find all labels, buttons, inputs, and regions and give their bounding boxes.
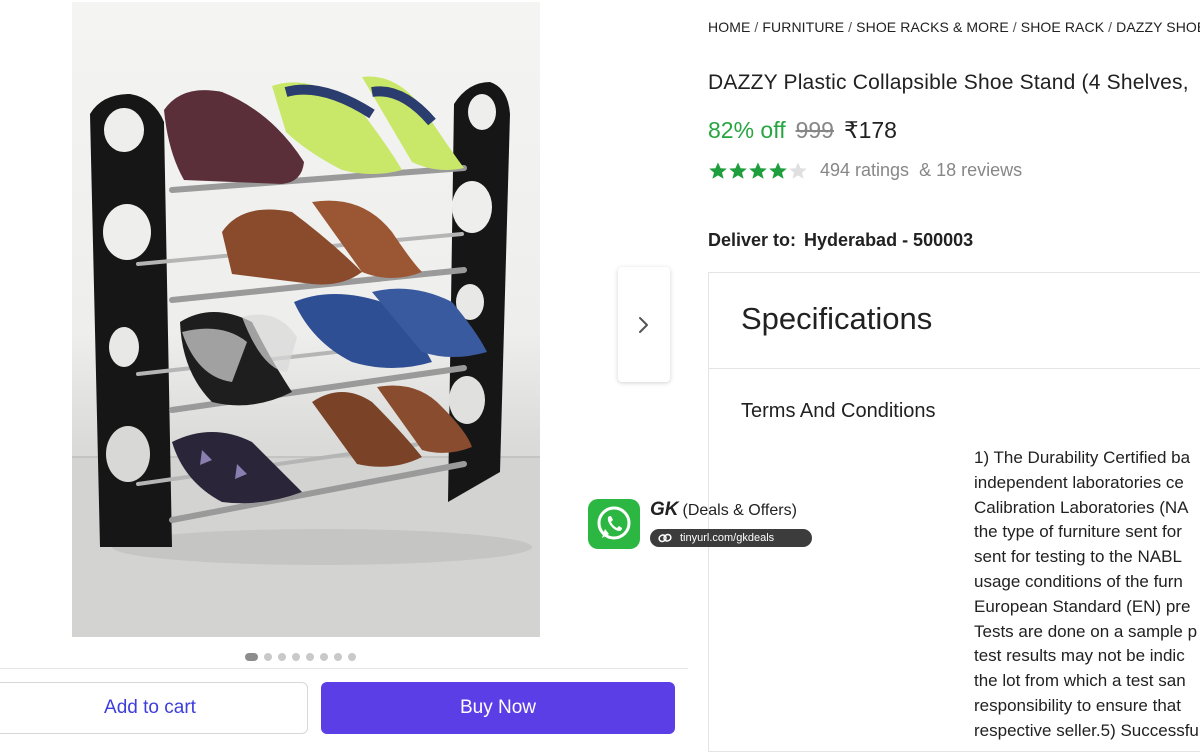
terms-line: Calibration Laboratories (NA (974, 497, 1189, 517)
next-image-button[interactable] (618, 267, 670, 382)
deliver-label: Deliver to: (708, 230, 797, 250)
terms-line: the type of furniture sent for (974, 522, 1182, 542)
delivery-location[interactable]: Deliver to: Hyderabad - 500003 (708, 230, 973, 251)
chevron-right-icon (639, 316, 648, 333)
terms-line: test results may not be indic (974, 646, 1185, 666)
watermark: GK (Deals & Offers) tinyurl.com/gkdeals (588, 499, 816, 551)
whatsapp-icon (588, 499, 640, 549)
carousel-dot[interactable] (348, 653, 356, 661)
specifications-heading[interactable]: Specifications (741, 301, 932, 337)
terms-line: responsibility to ensure that (974, 695, 1181, 715)
star-icon (709, 162, 727, 179)
star-icon (769, 162, 787, 179)
star-icon (749, 162, 767, 179)
watermark-url: tinyurl.com/gkdeals (650, 529, 812, 547)
watermark-url-text: tinyurl.com/gkdeals (680, 532, 775, 544)
terms-line: European Standard (EN) pre (974, 596, 1191, 616)
discount-percent: 82% off (708, 117, 786, 143)
breadcrumb-current[interactable]: DAZZY SHOE RACK (1116, 19, 1200, 35)
terms-text: 1) The Durability Certified ba independen… (974, 446, 1200, 744)
star-icon (729, 162, 747, 179)
terms-line: the lot from which a test san (974, 671, 1186, 691)
link-icon (658, 533, 672, 543)
price-row: 82% off 999 ₹178 (708, 117, 897, 144)
watermark-tagline: (Deals & Offers) (682, 502, 797, 519)
carousel-dot[interactable] (292, 653, 300, 661)
terms-line: respective seller.5) Successfu (974, 720, 1199, 740)
shoe-rack-photo (72, 76, 540, 637)
reviews-count: & 18 reviews (919, 160, 1023, 180)
original-price: 999 (795, 117, 834, 143)
selling-price: ₹178 (843, 117, 897, 143)
terms-line: Tests are done on a sample p (974, 621, 1198, 641)
breadcrumb-shoe-rack[interactable]: SHOE RACK (1021, 19, 1104, 35)
carousel-dot[interactable] (245, 653, 258, 661)
product-image[interactable] (72, 2, 540, 637)
terms-line: independent laboratories ce (974, 472, 1184, 492)
watermark-logo: GK (650, 499, 679, 520)
spec-divider (708, 368, 1200, 369)
terms-line: usage conditions of the furn (974, 571, 1183, 591)
terms-line: sent for testing to the NABL (974, 547, 1182, 567)
breadcrumb-home[interactable]: HOME (708, 19, 750, 35)
star-icon (789, 162, 807, 179)
breadcrumb-shoe-racks-more[interactable]: SHOE RACKS & MORE (856, 19, 1009, 35)
delivery-pincode: Hyderabad - 500003 (804, 230, 974, 250)
product-title: DAZZY Plastic Collapsible Shoe Stand (4 … (708, 71, 1189, 94)
breadcrumb: HOME / FURNITURE / SHOE RACKS & MORE / S… (708, 19, 1200, 35)
carousel-dot[interactable] (278, 653, 286, 661)
carousel-dot[interactable] (334, 653, 342, 661)
ratings-count: 494 ratings (820, 160, 910, 180)
image-carousel-dots[interactable] (245, 652, 356, 662)
carousel-dot[interactable] (306, 653, 314, 661)
carousel-dot[interactable] (264, 653, 272, 661)
add-to-cart-button[interactable]: Add to cart (0, 682, 308, 734)
terms-line: 1) The Durability Certified ba (974, 448, 1191, 467)
rating-row[interactable]: 494 ratings & 18 reviews (708, 160, 1022, 181)
carousel-dot[interactable] (320, 653, 328, 661)
buy-now-button[interactable]: Buy Now (321, 682, 675, 734)
breadcrumb-furniture[interactable]: FURNITURE (762, 19, 844, 35)
watermark-brand: GK (Deals & Offers) (650, 499, 797, 521)
terms-label: Terms And Conditions (741, 400, 936, 422)
star-rating (708, 161, 808, 181)
